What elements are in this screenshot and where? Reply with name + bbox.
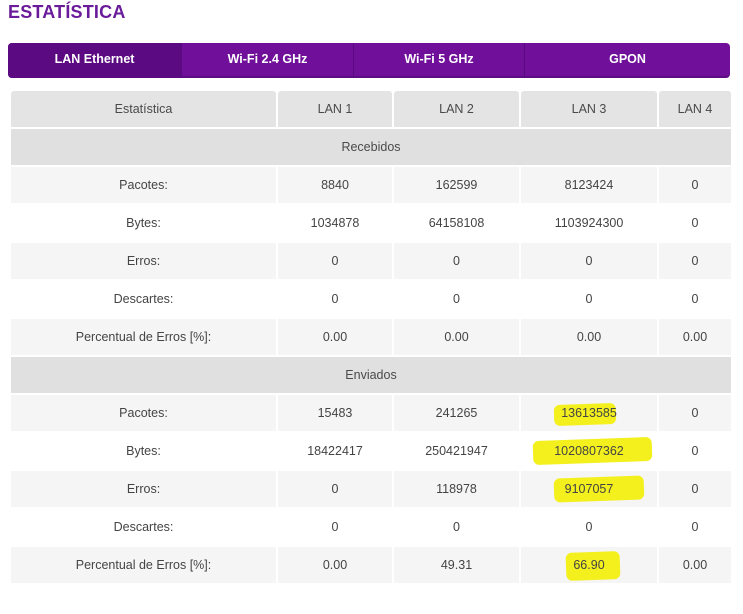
- table-cell: 250421947: [394, 433, 519, 469]
- table-cell-text: 66.90: [573, 558, 605, 572]
- header-lan2: LAN 2: [394, 91, 519, 127]
- table-cell-text: 1020807362: [554, 444, 624, 458]
- table-cell: 0.00: [659, 547, 731, 583]
- table-cell: 0: [278, 509, 392, 545]
- table-cell: 0: [659, 167, 731, 203]
- highlighted-cell: 13613585: [521, 395, 657, 431]
- table-cell: 0: [394, 281, 519, 317]
- table-row: Erros: 0 0 0 0: [11, 243, 731, 279]
- table-cell: 0.00: [521, 319, 657, 355]
- table-row: Bytes: 1034878 64158108 1103924300 0: [11, 205, 731, 241]
- table-cell: 8840: [278, 167, 392, 203]
- row-label: Bytes:: [11, 205, 276, 241]
- table-cell: 15483: [278, 395, 392, 431]
- tab-wifi-5ghz[interactable]: Wi-Fi 5 GHz: [354, 43, 525, 78]
- tab-bar: LAN Ethernet Wi-Fi 2.4 GHz Wi-Fi 5 GHz G…: [8, 43, 730, 78]
- row-label: Percentual de Erros [%]:: [11, 547, 276, 583]
- table-cell: 241265: [394, 395, 519, 431]
- table-cell: 162599: [394, 167, 519, 203]
- table-row: Bytes: 18422417 250421947 1020807362 0: [11, 433, 731, 469]
- table-cell: 0: [521, 509, 657, 545]
- section-title-sent: Enviados: [11, 357, 731, 393]
- table-cell: 0: [659, 205, 731, 241]
- table-cell-text: 13613585: [561, 406, 617, 420]
- tab-lan-ethernet[interactable]: LAN Ethernet: [8, 43, 182, 78]
- page-title: ESTATÍSTICA: [8, 2, 126, 22]
- row-label: Pacotes:: [11, 167, 276, 203]
- table-cell: 118978: [394, 471, 519, 507]
- table-row: Pacotes: 8840 162599 8123424 0: [11, 167, 731, 203]
- table-cell: 0: [659, 433, 731, 469]
- table-row: Erros: 0 118978 9107057 0: [11, 471, 731, 507]
- header-lan1: LAN 1: [278, 91, 392, 127]
- highlighted-cell: 1020807362: [521, 433, 657, 469]
- table-cell: 0.00: [278, 547, 392, 583]
- table-cell: 0: [521, 243, 657, 279]
- table-row: Descartes: 0 0 0 0: [11, 281, 731, 317]
- table-cell: 18422417: [278, 433, 392, 469]
- tab-gpon[interactable]: GPON: [525, 43, 730, 78]
- table-cell: 0.00: [278, 319, 392, 355]
- table-cell: 1034878: [278, 205, 392, 241]
- table-cell: 0.00: [394, 319, 519, 355]
- table-cell: 0: [659, 281, 731, 317]
- table-cell: 0: [278, 471, 392, 507]
- table-row: Descartes: 0 0 0 0: [11, 509, 731, 545]
- section-sent: Enviados: [11, 357, 731, 393]
- table-header-row: Estatística LAN 1 LAN 2 LAN 3 LAN 4: [11, 91, 731, 127]
- tab-wifi-2-4ghz[interactable]: Wi-Fi 2.4 GHz: [182, 43, 354, 78]
- table-cell: 0: [394, 509, 519, 545]
- section-received: Recebidos: [11, 129, 731, 165]
- table-cell: 49.31: [394, 547, 519, 583]
- statistics-table: Estatística LAN 1 LAN 2 LAN 3 LAN 4 Rece…: [9, 89, 733, 585]
- section-title-received: Recebidos: [11, 129, 731, 165]
- table-cell-text: 9107057: [564, 482, 614, 496]
- table-cell: 0: [278, 243, 392, 279]
- table-cell: 0: [659, 395, 731, 431]
- row-label: Descartes:: [11, 281, 276, 317]
- row-label: Percentual de Erros [%]:: [11, 319, 276, 355]
- table-cell: 0: [659, 471, 731, 507]
- header-estatistica: Estatística: [11, 91, 276, 127]
- table-cell: 0: [394, 243, 519, 279]
- table-cell: 0: [659, 243, 731, 279]
- table-cell: 0: [521, 281, 657, 317]
- row-label: Bytes:: [11, 433, 276, 469]
- table-cell: 0: [659, 509, 731, 545]
- header-lan4: LAN 4: [659, 91, 731, 127]
- row-label: Descartes:: [11, 509, 276, 545]
- highlighted-cell: 66.90: [521, 547, 657, 583]
- table-cell: 64158108: [394, 205, 519, 241]
- highlighted-cell: 9107057: [521, 471, 657, 507]
- table-cell: 0.00: [659, 319, 731, 355]
- table-cell: 8123424: [521, 167, 657, 203]
- table-row: Pacotes: 15483 241265 13613585 0: [11, 395, 731, 431]
- row-label: Erros:: [11, 471, 276, 507]
- table-cell: 0: [278, 281, 392, 317]
- row-label: Erros:: [11, 243, 276, 279]
- header-lan3: LAN 3: [521, 91, 657, 127]
- table-row: Percentual de Erros [%]: 0.00 0.00 0.00 …: [11, 319, 731, 355]
- table-row: Percentual de Erros [%]: 0.00 49.31 66.9…: [11, 547, 731, 583]
- row-label: Pacotes:: [11, 395, 276, 431]
- table-cell: 1103924300: [521, 205, 657, 241]
